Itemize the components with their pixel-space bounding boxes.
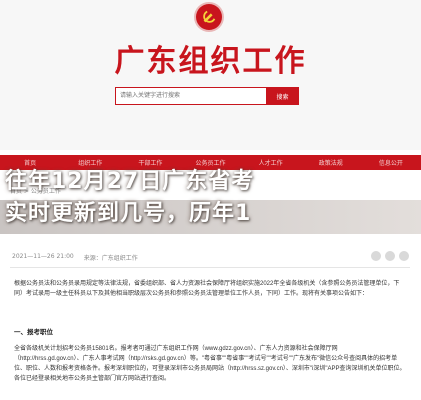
article-meta: 2021—11—26 21:00 来源：广东组织工作 — [12, 253, 138, 262]
article-paragraph: 根据公务员法和公务员录用规定等法律法规，省委组织部、省人力资源社会保障厅将组织实… — [14, 281, 400, 297]
site-header: 广东组织工作 搜索 — [0, 0, 421, 150]
overlay-title-line: 往年12月27日广东省考 — [5, 169, 255, 194]
divider — [10, 267, 410, 268]
share-icon[interactable] — [371, 251, 381, 261]
section-heading: 一、报考职位 — [14, 328, 53, 336]
site-title: 广东组织工作 — [114, 44, 307, 79]
article-paragraph: 全省各级机关计划招考公务员15801名。报考者可通过广东组织工作网（www.gd… — [14, 346, 406, 382]
overlay-title: 往年12月27日广东省考 实时更新到几号，历年1 — [0, 166, 421, 230]
party-emblem-icon — [196, 4, 222, 30]
share-icon[interactable] — [399, 251, 409, 261]
search-input[interactable] — [115, 87, 273, 105]
share-icon[interactable] — [385, 251, 395, 261]
publish-date: 2021—11—26 21:00 — [12, 253, 74, 260]
overlay-title-line: 实时更新到几号，历年1 — [5, 201, 252, 226]
search-button[interactable]: 搜索 — [266, 87, 299, 105]
article-source: 来源：广东组织工作 — [83, 255, 138, 262]
share-bar — [371, 251, 409, 261]
